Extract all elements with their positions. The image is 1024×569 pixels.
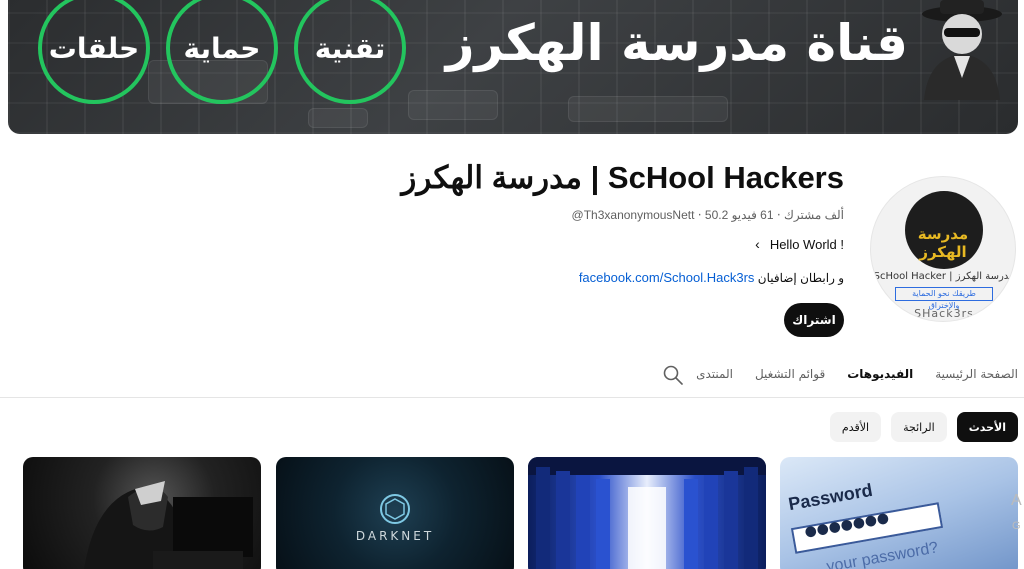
video-thumbnail[interactable]: DARKNET — [276, 457, 514, 569]
chip-latest[interactable]: الأحدث — [956, 412, 1018, 442]
banner-title: قناة مدرسة الهكرز — [445, 14, 908, 72]
video-thumbnail[interactable] — [23, 457, 261, 569]
subscribe-button[interactable]: اشتراك — [784, 303, 844, 337]
server-room-image — [528, 457, 766, 569]
channel-description[interactable]: ‹ Hello World ! — [324, 236, 844, 252]
more-links-link[interactable]: و رابطان إضافيان — [758, 271, 844, 285]
channel-info: مدرسة الهكرز | ScHool Hackers @Th3xanony… — [324, 160, 844, 285]
chip-popular[interactable]: الرائجة — [891, 412, 947, 442]
hacker-mascot-icon — [922, 0, 1002, 100]
video-thumbnail[interactable] — [528, 457, 766, 569]
banner-circuit-chip — [308, 108, 368, 128]
sort-chips: الأحدث الرائجة الأقدم — [829, 412, 1018, 442]
search-icon[interactable] — [662, 364, 684, 386]
password-label: Password — [786, 479, 875, 515]
avatar-emblem-text: مدرسة الهكرز — [917, 225, 969, 261]
banner-circuit-chip — [408, 90, 498, 120]
tab-playlists[interactable]: قوائم التشغيل — [755, 367, 825, 381]
tab-videos[interactable]: الفيديوهات — [847, 367, 913, 381]
channel-avatar[interactable]: مدرسة الهكرز ScHool Hacker | مدرسة الهكر… — [870, 176, 1016, 322]
video-thumbnail[interactable]: Password ●●●●●●● your password? — [780, 457, 1018, 569]
banner-ring-episodes: حلقات — [38, 0, 150, 104]
channel-tabs: الصفحة الرئيسية الفيديوهات قوائم التشغيل… — [696, 364, 1018, 384]
chevron-left-icon: ‹ — [755, 236, 760, 252]
banner-circuit-chip — [568, 96, 728, 122]
channel-description-text: Hello World ! — [769, 236, 844, 252]
facebook-link[interactable]: facebook.com/School.Hack3rs — [579, 270, 755, 285]
next-shelf-peek-small: G — [1012, 520, 1021, 532]
avatar-tagline: طريقك نحو الحماية والإختراق — [895, 287, 993, 310]
tabs-divider — [0, 397, 1024, 398]
tab-home[interactable]: الصفحة الرئيسية — [935, 367, 1018, 381]
darknet-logo-icon — [380, 494, 410, 524]
channel-banner: حلقات حماية تقنية قناة مدرسة الهكرز — [8, 0, 1018, 134]
hooded-hacker-image — [84, 481, 253, 569]
banner-ring-tech: تقنية — [294, 0, 406, 104]
avatar-caption: ScHool Hacker | مدرسة الهكرز — [873, 271, 1015, 282]
tab-community[interactable]: المنتدى — [696, 367, 733, 381]
next-shelf-peek: A — [1011, 492, 1022, 509]
darknet-text: DARKNET — [355, 529, 435, 543]
chip-oldest[interactable]: الأقدم — [829, 412, 882, 442]
channel-name: مدرسة الهكرز | ScHool Hackers — [401, 160, 844, 195]
channel-meta: @Th3xanonymousNett ‧ 50.2 ألف مشترك ‧ 61… — [571, 208, 844, 222]
banner-ring-label: تقنية — [314, 31, 386, 65]
avatar-handle: SHack3rs — [914, 307, 974, 320]
channel-links: facebook.com/School.Hack3rs و رابطان إضا… — [324, 270, 844, 285]
banner-ring-label: حلقات — [48, 31, 140, 65]
banner-ring-label: حماية — [183, 31, 261, 65]
